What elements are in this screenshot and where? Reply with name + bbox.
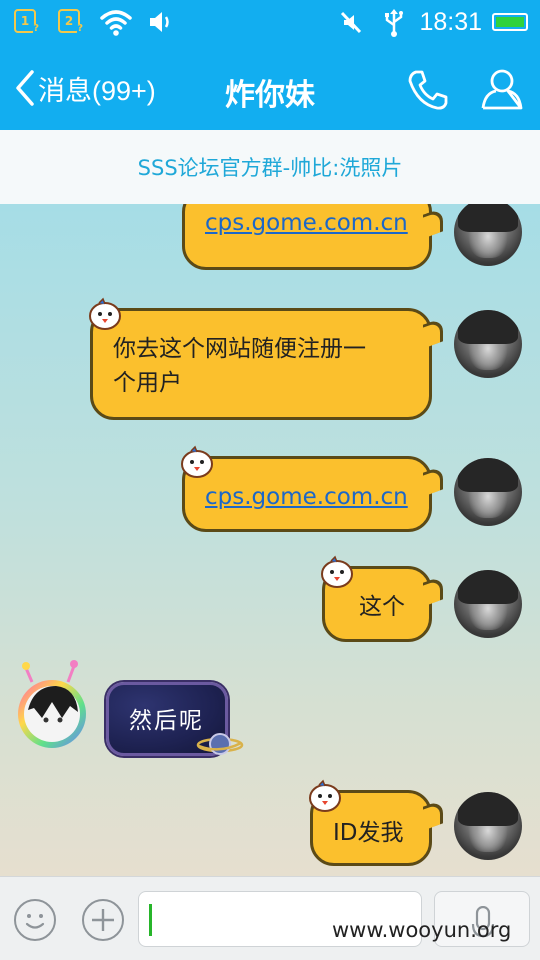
group-notice-banner[interactable]: SSS论坛官方群-帅比:洗照片 (0, 130, 540, 204)
contact-avatar[interactable] (12, 658, 92, 750)
my-avatar[interactable] (454, 458, 522, 526)
message-text: ID发我 (333, 820, 404, 846)
planet-decoration-icon (196, 733, 244, 755)
my-avatar[interactable] (454, 792, 522, 860)
message-text: 个用户 (113, 370, 182, 396)
chick-sticker-icon (89, 297, 121, 330)
message-text: 然后呢 (129, 708, 204, 734)
sim1-icon: 1? (14, 9, 39, 34)
chick-sticker-icon (181, 445, 213, 478)
text-caret (149, 904, 152, 936)
usb-icon (385, 9, 403, 37)
emoji-button[interactable] (14, 899, 56, 941)
speaker-icon (150, 12, 169, 32)
my-avatar[interactable] (454, 310, 522, 378)
group-notice-text: SSS论坛官方群-帅比:洗照片 (137, 156, 403, 180)
chick-sticker-icon (321, 555, 353, 588)
message-link[interactable]: cps.gome.com.cn (205, 481, 408, 513)
mute-vibrate-icon (340, 11, 362, 34)
plus-icon (92, 909, 114, 931)
chat-header: 消息(99+) 炸你妹 (0, 46, 540, 130)
message-text: 你去这个网站随便注册一 (113, 336, 366, 362)
clock: 18:31 (419, 8, 482, 36)
message-bubble[interactable]: 你去这个网站随便注册一 个用户 (89, 297, 443, 420)
chat-title: 炸你妹 (225, 78, 315, 113)
watermark: www.wooyun.org (332, 918, 512, 942)
message-bubble[interactable]: cps.gome.com.cn (181, 445, 443, 532)
message-bubble[interactable]: 这个 (321, 555, 443, 642)
status-bar: 1? 2? 18:31 (0, 0, 540, 46)
phone-icon[interactable] (406, 68, 450, 112)
chat-messages[interactable]: cps.gome.com.cn 你去这个网站随便注册一 个用户 cps.gome… (0, 204, 540, 876)
emoji-icon (25, 914, 45, 929)
chick-sticker-icon (309, 779, 341, 812)
person-icon[interactable] (480, 66, 524, 112)
my-avatar[interactable] (454, 204, 522, 266)
message-link[interactable]: cps.gome.com.cn (205, 207, 408, 239)
add-button[interactable] (82, 899, 124, 941)
battery-icon (492, 13, 528, 31)
sim2-icon: 2? (58, 9, 83, 34)
wifi-icon (100, 10, 132, 36)
message-bubble[interactable]: ID发我 (309, 779, 443, 866)
message-text: 这个 (359, 594, 405, 620)
message-bubble[interactable]: cps.gome.com.cn (182, 204, 443, 270)
my-avatar[interactable] (454, 570, 522, 638)
